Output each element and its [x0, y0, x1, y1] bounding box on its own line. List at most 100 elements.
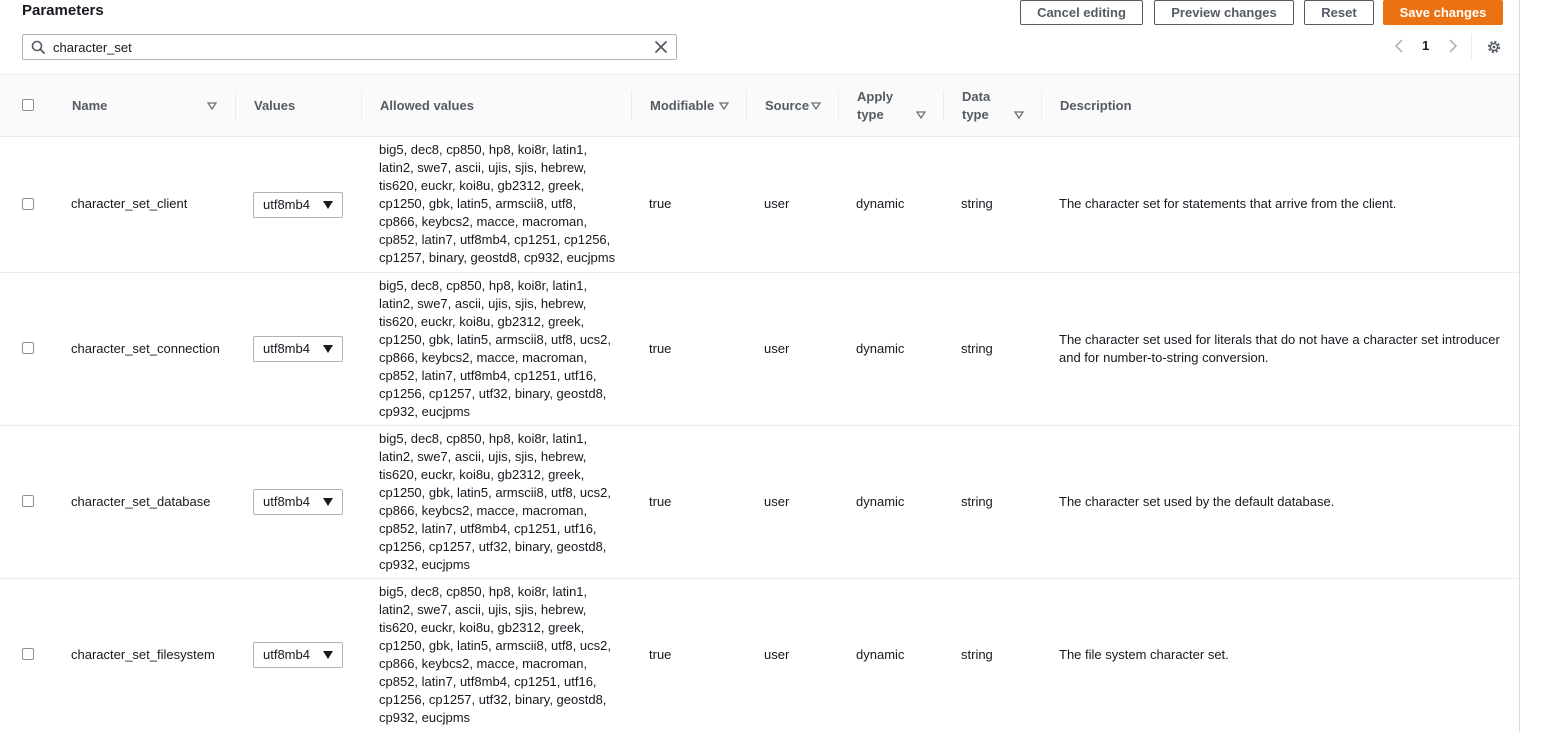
allowed-values-line: cp866, keybcs2, macce, macroman, [379, 214, 588, 229]
sort-icon[interactable] [1014, 111, 1024, 119]
column-divider[interactable] [746, 91, 747, 121]
row-checkbox[interactable] [22, 198, 34, 210]
sort-icon[interactable] [207, 102, 217, 110]
table-row: character_set_connection utf8mb4 big5, d… [0, 273, 1519, 426]
allowed-values-line: cp1250, gbk, latin5, armscii8, utf8, ucs… [379, 485, 611, 500]
value-select-label: utf8mb4 [263, 647, 310, 662]
apply-type-value: dynamic [856, 494, 905, 509]
description: The character set for statements that ar… [1059, 195, 1509, 213]
allowed-values-line: cp932, eucjpms [379, 404, 471, 419]
source-value: user [764, 341, 790, 356]
column-header-values[interactable]: Values [254, 97, 295, 115]
allowed-values-line: big5, dec8, cp850, hp8, koi8r, latin1, [379, 431, 588, 446]
allowed-values-line: tis620, euckr, koi8u, gb2312, greek, [379, 178, 585, 193]
source-value: user [764, 494, 790, 509]
column-header-allowed-values[interactable]: Allowed values [380, 97, 474, 115]
allowed-values-line: tis620, euckr, koi8u, gb2312, greek, [379, 314, 585, 329]
allowed-values-line: big5, dec8, cp850, hp8, koi8r, latin1, [379, 142, 588, 157]
sort-icon[interactable] [916, 111, 926, 119]
allowed-values-line: tis620, euckr, koi8u, gb2312, greek, [379, 620, 585, 635]
column-divider[interactable] [1041, 91, 1042, 121]
parameter-name: character_set_database [71, 494, 211, 509]
allowed-values-line: cp1257, binary, geostd8, cp932, eucjpms [379, 250, 616, 265]
allowed-values-line: cp1250, gbk, latin5, armscii8, utf8, ucs… [379, 638, 611, 653]
row-checkbox[interactable] [22, 495, 34, 507]
description: The character set used by the default da… [1059, 493, 1509, 511]
column-divider[interactable] [631, 91, 632, 121]
caret-down-icon [323, 498, 333, 506]
column-divider[interactable] [361, 91, 362, 121]
gear-icon[interactable] [1486, 39, 1502, 55]
row-checkbox[interactable] [22, 648, 34, 660]
allowed-values-line: cp1256, cp1257, utf32, binary, geostd8, [379, 692, 607, 707]
column-divider[interactable] [943, 91, 944, 121]
cancel-editing-button[interactable]: Cancel editing [1020, 0, 1143, 25]
description-line: The file system character set. [1059, 647, 1229, 662]
column-header-apply-type-line2[interactable]: type [857, 106, 884, 124]
modifiable-value: true [649, 341, 672, 356]
column-header-modifiable[interactable]: Modifiable [650, 97, 714, 115]
modifiable-value: true [649, 494, 672, 509]
allowed-values-line: tis620, euckr, koi8u, gb2312, greek, [379, 467, 585, 482]
parameters-panel: Parameters Cancel editing Preview change… [0, 0, 1520, 732]
column-header-data-type-line2[interactable]: type [962, 106, 989, 124]
value-select[interactable]: utf8mb4 [253, 336, 343, 362]
caret-down-icon [323, 201, 333, 209]
search-box [22, 34, 677, 60]
column-header-source[interactable]: Source [765, 97, 809, 115]
value-select-label: utf8mb4 [263, 494, 310, 509]
allowed-values-line: cp1250, gbk, latin5, armscii8, utf8, [379, 196, 577, 211]
modifiable-value: true [649, 647, 672, 662]
description-line: The character set for statements that ar… [1059, 196, 1397, 211]
allowed-values-line: cp852, latin7, utf8mb4, cp1251, cp1256, [379, 232, 611, 247]
save-changes-button[interactable]: Save changes [1383, 0, 1503, 25]
allowed-values-line: cp852, latin7, utf8mb4, cp1251, utf16, [379, 674, 597, 689]
preview-changes-button[interactable]: Preview changes [1154, 0, 1294, 25]
allowed-values-line: cp866, keybcs2, macce, macroman, [379, 350, 588, 365]
search-input[interactable] [53, 38, 643, 56]
parameter-name: character_set_filesystem [71, 647, 215, 662]
previous-page-icon[interactable] [1392, 38, 1406, 54]
data-type-value: string [961, 494, 993, 509]
allowed-values-line: cp852, latin7, utf8mb4, cp1251, utf16, [379, 521, 597, 536]
allowed-values-line: latin2, swe7, ascii, ujis, sjis, hebrew, [379, 296, 587, 311]
description-line: The character set used by the default da… [1059, 494, 1335, 509]
value-select[interactable]: utf8mb4 [253, 642, 343, 668]
source-value: user [764, 647, 790, 662]
data-type-value: string [961, 647, 993, 662]
column-divider[interactable] [838, 91, 839, 121]
column-divider[interactable] [235, 91, 236, 121]
apply-type-value: dynamic [856, 647, 905, 662]
description-line: and for number-to-string conversion. [1059, 350, 1269, 365]
table-row: character_set_client utf8mb4 big5, dec8,… [0, 137, 1519, 273]
value-select[interactable]: utf8mb4 [253, 192, 343, 218]
apply-type-value: dynamic [856, 196, 905, 211]
allowed-values-line: latin2, swe7, ascii, ujis, sjis, hebrew, [379, 160, 587, 175]
allowed-values-line: cp866, keybcs2, macce, macroman, [379, 656, 588, 671]
column-header-apply-type-line1[interactable]: Apply [857, 88, 893, 106]
clear-search-icon[interactable] [654, 40, 668, 54]
select-all-checkbox[interactable] [22, 99, 34, 111]
row-checkbox[interactable] [22, 342, 34, 354]
data-type-value: string [961, 341, 993, 356]
allowed-values-line: big5, dec8, cp850, hp8, koi8r, latin1, [379, 278, 588, 293]
value-select[interactable]: utf8mb4 [253, 489, 343, 515]
sort-icon[interactable] [811, 102, 821, 110]
table-header: Name Values Allowed values Modifiable So… [0, 74, 1519, 137]
data-type-value: string [961, 196, 993, 211]
column-header-description[interactable]: Description [1060, 97, 1132, 115]
description: The file system character set. [1059, 646, 1509, 664]
current-page-number[interactable]: 1 [1422, 38, 1429, 53]
allowed-values-line: cp1250, gbk, latin5, armscii8, utf8, ucs… [379, 332, 611, 347]
column-header-data-type-line1[interactable]: Data [962, 88, 990, 106]
sort-icon[interactable] [719, 102, 729, 110]
allowed-values: big5, dec8, cp850, hp8, koi8r, latin1, l… [379, 277, 619, 421]
reset-button[interactable]: Reset [1304, 0, 1374, 25]
caret-down-icon [323, 651, 333, 659]
allowed-values-line: cp932, eucjpms [379, 557, 471, 572]
next-page-icon[interactable] [1446, 38, 1460, 54]
column-header-name[interactable]: Name [72, 97, 107, 115]
allowed-values: big5, dec8, cp850, hp8, koi8r, latin1, l… [379, 141, 619, 267]
source-value: user [764, 196, 790, 211]
allowed-values-line: cp1256, cp1257, utf32, binary, geostd8, [379, 539, 607, 554]
